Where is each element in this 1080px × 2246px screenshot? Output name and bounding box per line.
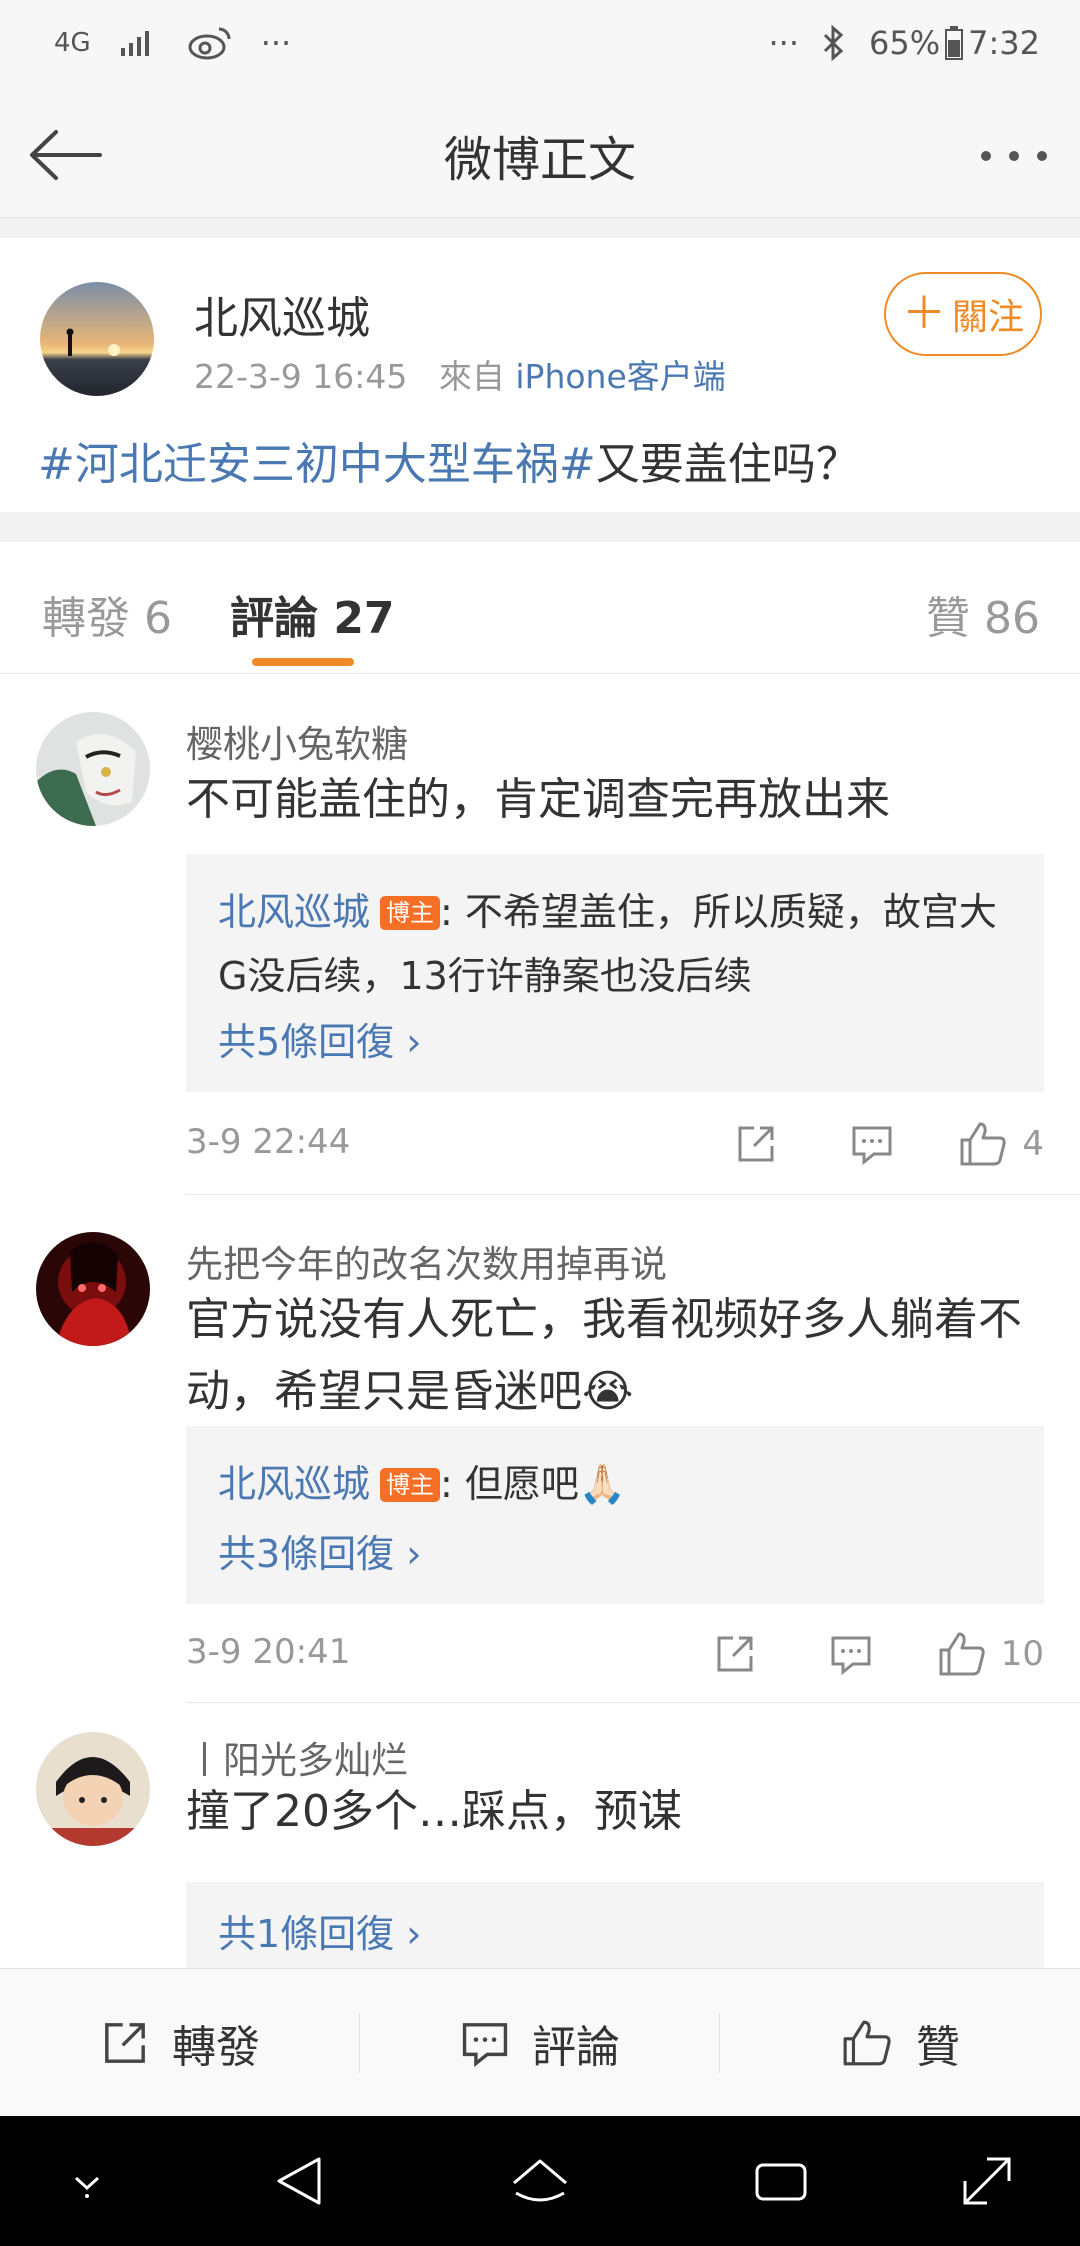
reply-author[interactable]: 北风巡城 <box>218 1462 370 1506</box>
repost-label: 轉發 <box>172 2021 260 2073</box>
tab-comments[interactable]: 評論 27 <box>230 582 395 646</box>
comment-button[interactable]: 評論 <box>360 1969 720 2116</box>
comment-time: 3-9 20:41 <box>186 1632 351 1672</box>
comment-footer: 3-9 22:44 4 <box>186 1114 1044 1174</box>
author-avatar[interactable] <box>40 282 154 396</box>
comment-text: 撞了20多个…踩点，预谋 <box>186 1786 682 1837</box>
share-icon <box>105 2022 145 2063</box>
post-tabs: 轉發 6 評論 27 贊 86 <box>0 542 1080 674</box>
like-count: 4 <box>1022 1124 1044 1164</box>
comment-text: 官方说没有人死亡，我看视频好多人躺着不动，希望只是昏迷吧😭 <box>186 1294 1022 1417</box>
view-replies-link[interactable]: 共1條回復 › <box>218 1902 1012 1966</box>
author-name[interactable]: 北风巡城 <box>194 282 370 346</box>
like-label: 贊 <box>916 2021 960 2073</box>
owner-badge: 博主 <box>380 896 441 930</box>
share-icon <box>717 1636 753 1672</box>
post-body: #河北迁安三初中大型车祸#又要盖住吗？ <box>38 428 860 492</box>
repost-button[interactable]: 轉發 <box>0 1969 360 2116</box>
nav-back-button[interactable] <box>264 2146 334 2216</box>
home-icon <box>513 2159 567 2202</box>
plus-icon: ＋ <box>901 288 946 339</box>
hide-keyboard-button[interactable] <box>52 2146 122 2216</box>
weibo-icon <box>187 25 233 61</box>
comment-footer: 3-9 20:41 10 <box>186 1624 1044 1684</box>
view-replies-link[interactable]: 共5條回復 › <box>218 1010 1012 1074</box>
tab-likes[interactable]: 贊 86 <box>926 582 1040 646</box>
follow-button[interactable]: ＋ 關注 <box>884 272 1042 356</box>
comment-icon <box>831 1636 871 1676</box>
reply-preview[interactable]: 共1條回復 › <box>186 1882 1044 1968</box>
nav-home-button[interactable] <box>505 2146 575 2216</box>
triangle-back-icon <box>277 2157 321 2205</box>
comment-divider <box>186 1194 1080 1195</box>
more-options-button[interactable] <box>974 126 1054 186</box>
bluetooth-icon <box>821 25 847 61</box>
tab-reposts[interactable]: 轉發 6 <box>42 582 172 646</box>
reply-line: 北风巡城 博主: 不希望盖住，所以质疑，故宫大G没后续，13行许静案也没后续 <box>218 880 1012 1008</box>
commenter-avatar[interactable] <box>36 1732 150 1846</box>
post-source-link[interactable]: iPhone客户端 <box>515 357 725 396</box>
reply-author[interactable]: 北风巡城 <box>218 890 370 934</box>
like-comment-button[interactable]: 4 <box>958 1114 1044 1174</box>
like-count: 10 <box>1000 1634 1044 1674</box>
signal-icon <box>119 28 159 58</box>
title-bar: 微博正文 <box>0 90 1080 218</box>
reply-line: 北风巡城 博主: 但愿吧🙏🏻 <box>218 1452 1012 1516</box>
system-navigation-bar <box>0 2116 1080 2246</box>
comment-time: 3-9 22:44 <box>186 1122 351 1162</box>
view-replies-link[interactable]: 共3條回復 › <box>218 1522 1012 1586</box>
chevron-down-icon <box>74 2176 100 2198</box>
post-meta: 22-3-9 16:45 來自 iPhone客户端 <box>194 350 726 398</box>
thumbs-up-icon <box>843 2020 891 2065</box>
recents-icon <box>755 2163 807 2201</box>
nav-fullscreen-button[interactable] <box>952 2146 1022 2216</box>
thumbs-up-icon <box>939 1632 985 1676</box>
reply-preview[interactable]: 北风巡城 博主: 但愿吧🙏🏻 共3條回復 › <box>186 1426 1044 1604</box>
more-notifications-indicator: ··· <box>260 24 292 62</box>
post-time: 22-3-9 16:45 <box>194 357 408 396</box>
active-tab-indicator <box>252 658 354 666</box>
like-comment-button[interactable]: 10 <box>937 1624 1044 1684</box>
reply-comment-button[interactable] <box>821 1624 881 1684</box>
expand-icon <box>963 2157 1011 2205</box>
reply-preview[interactable]: 北风巡城 博主: 不希望盖住，所以质疑，故宫大G没后续，13行许静案也没后续 共5… <box>186 854 1044 1092</box>
comment-icon <box>462 2022 508 2067</box>
nav-recents-button[interactable] <box>746 2146 816 2216</box>
reply-comment-button[interactable] <box>842 1114 902 1174</box>
like-button[interactable]: 贊 <box>720 1969 1080 2116</box>
comment-list: 樱桃小兔软糖 不可能盖住的，肯定调查完再放出来 北风巡城 博主: 不希望盖住，所以… <box>0 674 1080 1968</box>
post-text: 又要盖住吗？ <box>595 439 860 490</box>
hashtag-link[interactable]: #河北迁安三初中大型车祸# <box>38 439 596 490</box>
share-icon <box>738 1126 774 1162</box>
battery-icon <box>944 25 964 61</box>
owner-badge: 博主 <box>380 1468 441 1502</box>
comment-label: 評論 <box>532 2021 620 2073</box>
commenter-name[interactable]: 先把今年的改名次数用掉再说 <box>186 1234 667 1288</box>
network-4g-indicator: 4G <box>54 28 91 58</box>
commenter-avatar[interactable] <box>36 712 150 826</box>
clock: 7:32 <box>968 24 1040 62</box>
share-comment-button[interactable] <box>726 1114 786 1174</box>
comment-divider <box>186 1702 1080 1703</box>
share-comment-button[interactable] <box>705 1624 765 1684</box>
post-card: 北风巡城 22-3-9 16:45 來自 iPhone客户端 ＋ 關注 #河北迁… <box>0 238 1080 512</box>
status-bar: 4G ··· ··· 65% 7:32 <box>0 0 1080 90</box>
source-label: 來自 <box>438 357 505 396</box>
more-dots-icon <box>981 151 1047 161</box>
comment-icon <box>852 1126 892 1166</box>
thumbs-up-icon <box>960 1122 1007 1166</box>
reply-text: : 但愿吧🙏🏻 <box>440 1462 627 1506</box>
battery-percent: 65% <box>869 24 941 62</box>
follow-label: 關注 <box>951 297 1024 338</box>
commenter-name[interactable]: 樱桃小兔软糖 <box>186 714 408 768</box>
comment-text: 不可能盖住的，肯定调查完再放出来 <box>186 774 890 825</box>
more-status-indicator: ··· <box>768 24 800 62</box>
page-title: 微博正文 <box>443 132 636 188</box>
commenter-avatar[interactable] <box>36 1232 150 1346</box>
bottom-action-bar: 轉發 評論 贊 <box>0 1968 1080 2116</box>
